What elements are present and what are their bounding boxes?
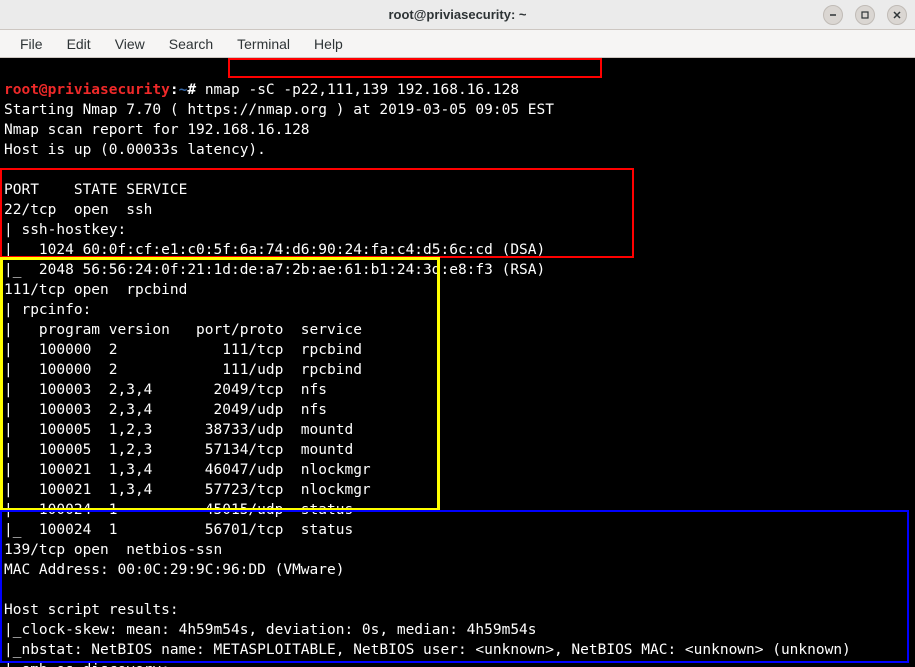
window-controls: [823, 5, 907, 25]
minimize-button[interactable]: [823, 5, 843, 25]
menu-search[interactable]: Search: [159, 32, 223, 56]
output-line: Host script results:: [4, 602, 179, 618]
output-line: 111/tcp open rpcbind: [4, 282, 187, 298]
close-icon: [892, 10, 902, 20]
output-line: | 100000 2 111/tcp rpcbind: [4, 342, 362, 358]
terminal-window: root@priviasecurity: ~ File Edit View Se…: [0, 0, 915, 667]
maximize-icon: [860, 10, 870, 20]
output-line: Host is up (0.00033s latency).: [4, 142, 266, 158]
output-line: | ssh-hostkey:: [4, 222, 126, 238]
output-line: | 100021 1,3,4 46047/udp nlockmgr: [4, 462, 371, 478]
highlight-command: [228, 58, 602, 78]
output-line: Nmap scan report for 192.168.16.128: [4, 122, 310, 138]
output-line: | 100000 2 111/udp rpcbind: [4, 362, 362, 378]
output-line: |_ 100024 1 56701/tcp status: [4, 522, 353, 538]
terminal-body[interactable]: root@priviasecurity:~# nmap -sC -p22,111…: [0, 58, 915, 667]
output-line: |_nbstat: NetBIOS name: METASPLOITABLE, …: [4, 642, 851, 658]
command-text: nmap -sC -p22,111,139 192.168.16.128: [205, 82, 519, 98]
output-line: | 100005 1,2,3 57134/tcp mountd: [4, 442, 353, 458]
output-line: |_ 2048 56:56:24:0f:21:1d:de:a7:2b:ae:61…: [4, 262, 545, 278]
output-line: | 1024 60:0f:cf:e1:c0:5f:6a:74:d6:90:24:…: [4, 242, 545, 258]
output-line: 22/tcp open ssh: [4, 202, 152, 218]
menu-terminal[interactable]: Terminal: [227, 32, 300, 56]
output-line: | 100005 1,2,3 38733/udp mountd: [4, 422, 353, 438]
close-button[interactable]: [887, 5, 907, 25]
output-line: 139/tcp open netbios-ssn: [4, 542, 222, 558]
prompt-colon: :: [170, 82, 179, 98]
output-line: | 100021 1,3,4 57723/tcp nlockmgr: [4, 482, 371, 498]
output-line: | 100024 1 45015/udp status: [4, 502, 353, 518]
output-line: | 100003 2,3,4 2049/tcp nfs: [4, 382, 327, 398]
output-line: | 100003 2,3,4 2049/udp nfs: [4, 402, 327, 418]
output-line: Starting Nmap 7.70 ( https://nmap.org ) …: [4, 102, 554, 118]
output-header: PORT STATE SERVICE: [4, 182, 187, 198]
prompt-user-host: root@priviasecurity: [4, 82, 170, 98]
output-line: | smb-os-discovery:: [4, 662, 170, 667]
menu-help[interactable]: Help: [304, 32, 353, 56]
output-line: |_clock-skew: mean: 4h59m54s, deviation:…: [4, 622, 537, 638]
output-line: | program version port/proto service: [4, 322, 362, 338]
minimize-icon: [828, 10, 838, 20]
menu-file[interactable]: File: [10, 32, 53, 56]
window-title: root@priviasecurity: ~: [388, 7, 526, 22]
output-line: MAC Address: 00:0C:29:9C:96:DD (VMware): [4, 562, 344, 578]
menubar: File Edit View Search Terminal Help: [0, 30, 915, 58]
maximize-button[interactable]: [855, 5, 875, 25]
prompt-hash: #: [187, 82, 196, 98]
menu-view[interactable]: View: [105, 32, 155, 56]
menu-edit[interactable]: Edit: [57, 32, 101, 56]
titlebar: root@priviasecurity: ~: [0, 0, 915, 30]
output-line: | rpcinfo:: [4, 302, 91, 318]
